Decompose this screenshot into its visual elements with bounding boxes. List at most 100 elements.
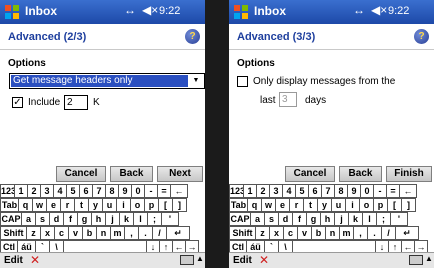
key[interactable]: k <box>348 212 363 226</box>
key[interactable]: . <box>138 226 153 240</box>
volume-icon[interactable]: ◀× <box>142 3 158 17</box>
key[interactable]: r <box>289 198 304 212</box>
download-mode-select[interactable]: Get message headers only ▼ <box>9 73 205 89</box>
key[interactable]: p <box>373 198 388 212</box>
key[interactable]: [ <box>158 198 173 212</box>
key[interactable]: k <box>119 212 134 226</box>
next-button[interactable]: Next <box>157 166 203 182</box>
key[interactable]: n <box>325 226 340 240</box>
key[interactable]: r <box>60 198 75 212</box>
key[interactable]: 2 <box>256 184 270 198</box>
key[interactable]: s <box>264 212 279 226</box>
key[interactable]: m <box>339 226 354 240</box>
back-button[interactable]: Back <box>110 166 153 182</box>
key[interactable]: g <box>77 212 92 226</box>
key[interactable]: i <box>345 198 360 212</box>
key[interactable]: = <box>157 184 171 198</box>
key[interactable]: 4 <box>282 184 296 198</box>
key[interactable]: o <box>130 198 145 212</box>
key-123[interactable]: 123 <box>229 184 244 198</box>
key[interactable]: 1 <box>243 184 257 198</box>
key[interactable]: 6 <box>308 184 322 198</box>
key[interactable]: e <box>46 198 61 212</box>
key[interactable]: - <box>373 184 387 198</box>
key[interactable]: w <box>32 198 47 212</box>
clock[interactable]: 9:22 <box>388 5 409 17</box>
key[interactable]: a <box>21 212 36 226</box>
key[interactable]: / <box>381 226 396 240</box>
key[interactable]: z <box>255 226 270 240</box>
key[interactable]: z <box>26 226 41 240</box>
finish-button[interactable]: Finish <box>386 166 432 182</box>
key[interactable]: d <box>278 212 293 226</box>
key[interactable]: , <box>124 226 139 240</box>
back-button[interactable]: Back <box>339 166 382 182</box>
caps-key[interactable]: CAP <box>0 212 22 226</box>
tab-key[interactable]: Tab <box>229 198 248 212</box>
key[interactable]: u <box>102 198 117 212</box>
key[interactable]: 5 <box>66 184 80 198</box>
key[interactable]: p <box>144 198 159 212</box>
key[interactable]: 3 <box>269 184 283 198</box>
key[interactable]: [ <box>387 198 402 212</box>
key[interactable]: m <box>110 226 125 240</box>
key[interactable]: f <box>292 212 307 226</box>
cancel-button[interactable]: Cancel <box>285 166 335 182</box>
key[interactable]: t <box>74 198 89 212</box>
key[interactable]: n <box>96 226 111 240</box>
key[interactable]: 8 <box>105 184 119 198</box>
caps-key[interactable]: CAP <box>229 212 251 226</box>
shift-key[interactable]: Shift <box>229 226 256 240</box>
close-icon[interactable]: ✕ <box>259 253 269 267</box>
only-display-checkbox[interactable] <box>237 76 248 87</box>
key[interactable]: 7 <box>321 184 335 198</box>
shift-key[interactable]: Shift <box>0 226 27 240</box>
sip-up-icon[interactable]: ▲ <box>425 254 433 263</box>
key[interactable]: c <box>54 226 69 240</box>
key[interactable]: 6 <box>79 184 93 198</box>
key[interactable]: ; <box>147 212 162 226</box>
key[interactable]: 5 <box>295 184 309 198</box>
app-title[interactable]: Inbox <box>254 4 286 18</box>
last-days-input[interactable]: 3 <box>279 92 297 107</box>
sip-up-icon[interactable]: ▲ <box>196 254 204 263</box>
keyboard-icon[interactable] <box>409 255 423 265</box>
key[interactable]: j <box>105 212 120 226</box>
volume-icon[interactable]: ◀× <box>371 3 387 17</box>
enter-key[interactable]: ↵ <box>166 226 190 240</box>
key[interactable]: y <box>317 198 332 212</box>
key[interactable]: c <box>283 226 298 240</box>
key[interactable]: ] <box>172 198 187 212</box>
backspace-key[interactable]: ← <box>170 184 188 198</box>
key[interactable]: b <box>82 226 97 240</box>
windows-start-icon[interactable] <box>232 3 250 21</box>
key[interactable]: = <box>386 184 400 198</box>
key[interactable]: x <box>269 226 284 240</box>
key-123[interactable]: 123 <box>0 184 15 198</box>
key[interactable]: 9 <box>118 184 132 198</box>
clock[interactable]: 9:22 <box>159 5 180 17</box>
chevron-down-icon[interactable]: ▼ <box>189 75 203 87</box>
key[interactable]: q <box>18 198 33 212</box>
key[interactable]: 0 <box>360 184 374 198</box>
key[interactable]: l <box>133 212 148 226</box>
windows-start-icon[interactable] <box>3 3 21 21</box>
key[interactable]: 4 <box>53 184 67 198</box>
keyboard-icon[interactable] <box>180 255 194 265</box>
key[interactable]: v <box>68 226 83 240</box>
key[interactable]: 1 <box>14 184 28 198</box>
key[interactable]: v <box>297 226 312 240</box>
key[interactable]: f <box>63 212 78 226</box>
key[interactable]: q <box>247 198 262 212</box>
key[interactable]: t <box>303 198 318 212</box>
key[interactable]: 7 <box>92 184 106 198</box>
key[interactable]: s <box>35 212 50 226</box>
key[interactable]: ; <box>376 212 391 226</box>
close-icon[interactable]: ✕ <box>30 253 40 267</box>
include-size-input[interactable]: 2 <box>64 95 88 110</box>
key[interactable]: i <box>116 198 131 212</box>
key[interactable]: g <box>306 212 321 226</box>
key[interactable]: / <box>152 226 167 240</box>
key[interactable]: u <box>331 198 346 212</box>
key[interactable]: h <box>320 212 335 226</box>
